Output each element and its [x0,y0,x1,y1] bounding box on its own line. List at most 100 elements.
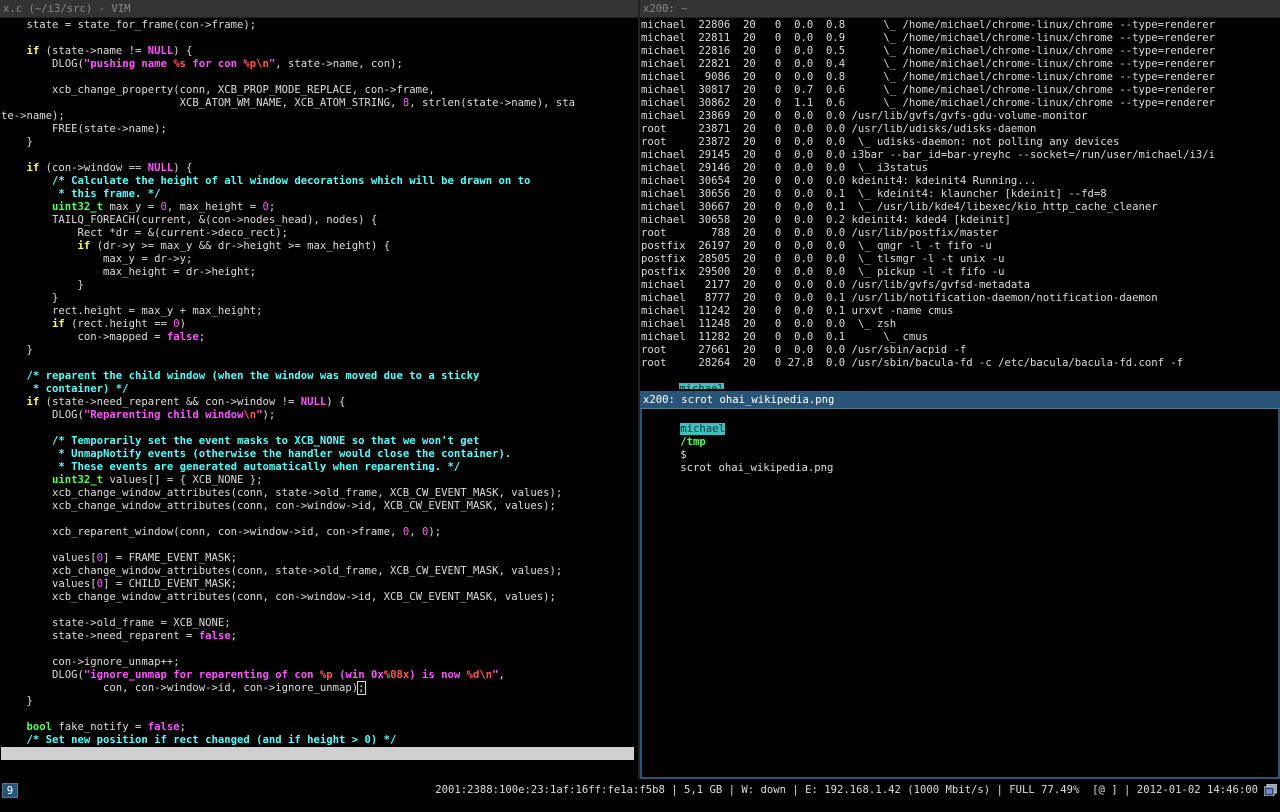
process-row: michael 22811 20 0 0.0 0.9 \_ /home/mich… [641,32,1216,44]
code-line[interactable]: state->old_frame = XCB_NONE; [1,617,639,630]
code-line[interactable]: uint32_t max_y = 0, max_height = 0; [1,201,639,214]
code-token: , strlen(state->name), sta [409,97,576,109]
code-line[interactable]: * These events are generated automatical… [1,461,639,474]
code-line[interactable]: uint32_t values[] = { XCB_NONE }; [1,474,639,487]
code-line[interactable]: /* Calculate the height of all window de… [1,175,639,188]
code-token: Rect *dr = &(current->deco_rect); [1,227,289,239]
code-line[interactable]: /* Temporarily set the event masks to XC… [1,435,639,448]
code-line[interactable]: xcb_change_property(conn, XCB_PROP_MODE_… [1,84,639,97]
code-token: (con->window == [39,162,148,174]
code-line[interactable]: /* reparent the child window (when the w… [1,370,639,383]
code-line[interactable]: } [1,344,639,357]
code-line[interactable] [1,513,639,526]
code-token: /* reparent the child window (when the w… [26,370,480,382]
code-token: if [52,318,65,330]
code-token: /* Calculate the height of all window de… [52,175,531,187]
code-line[interactable]: rect.height = max_y + max_height; [1,305,639,318]
code-token: if [26,162,40,174]
code-token: ; [198,331,206,343]
code-line[interactable]: DLOG("ignore_unmap for reparenting of co… [1,669,639,682]
code-line[interactable]: max_height = dr->height; [1,266,639,279]
bottom-terminal-title[interactable]: x200: scrot ohai_wikipedia.png [640,391,1280,409]
top-terminal-window[interactable]: x200: ~ michael 22806 20 0 0.0 0.8 \_ /h… [640,0,1280,390]
window-tray-icon[interactable] [1263,783,1278,797]
process-row: michael 11242 20 0 0.0 0.1 urxvt -name c… [641,305,954,317]
code-line[interactable] [1,149,639,162]
code-line[interactable]: xcb_change_window_attributes(conn, con->… [1,591,639,604]
code-line[interactable]: con, con->window->id, con->ignore_unmap)… [1,681,639,695]
code-line[interactable]: values[0] = FRAME_EVENT_MASK; [1,552,639,565]
process-row: postfix 26197 20 0 0.0 0.0 \_ qmgr -l -t… [641,240,992,252]
code-token: "Reparenting child window [83,409,244,421]
process-row: michael 30667 20 0 0.0 0.1 \_ /usr/lib/k… [641,201,1158,213]
code-token: max_y = [103,201,161,213]
code-line[interactable] [1,643,639,656]
code-token: , state->name, con); [275,58,403,70]
code-token: for con [185,58,244,70]
vim-window[interactable]: x.c (~/i3/src) - VIM state = state_for_f… [0,0,640,798]
vim-editor-area[interactable]: state = state_for_frame(con->frame); if … [1,19,639,746]
code-token: ] = FRAME_EVENT_MASK; [103,552,237,564]
code-line[interactable]: xcb_change_window_attributes(conn, state… [1,487,639,500]
process-row: root 28264 20 0 27.8 0.0 /usr/sbin/bacul… [641,357,1184,369]
code-line[interactable]: state->need_reparent = false; [1,630,639,643]
code-token: ; [268,201,276,213]
code-line[interactable]: XCB_ATOM_WM_NAME, XCB_ATOM_STRING, 8, st… [1,97,639,110]
code-line[interactable]: FREE(state->name); [1,123,639,136]
i3status-text: 2001:2388:100e:23:1af:16ff:fe1a:f5b8 | 5… [435,784,1258,796]
code-line[interactable] [1,71,639,84]
code-line[interactable]: * UnmapNotify events (otherwise the hand… [1,448,639,461]
workspace-button[interactable]: 9 [2,783,18,798]
top-terminal-output[interactable]: michael 22806 20 0 0.0 0.8 \_ /home/mich… [641,19,1279,389]
code-line[interactable]: te->name); [1,110,639,123]
code-line[interactable]: DLOG("pushing name %s for con %p\n", sta… [1,58,639,71]
bottom-terminal-prompt[interactable]: michael /tmp $ scrot ohai_wikipedia.png [642,410,1278,474]
code-line[interactable] [1,357,639,370]
command-input[interactable]: scrot ohai_wikipedia.png [680,462,833,474]
code-line[interactable]: } [1,695,639,708]
editor-cursor: ; [357,681,366,695]
code-line[interactable] [1,604,639,617]
code-line[interactable]: xcb_reparent_window(conn, con->window->i… [1,526,639,539]
code-line[interactable]: if (con->window == NULL) { [1,162,639,175]
code-line[interactable]: } [1,279,639,292]
process-row: michael 8777 20 0 0.0 0.1 /usr/lib/notif… [641,292,1158,304]
code-line[interactable]: if (dr->y >= max_y && dr->height >= max_… [1,240,639,253]
top-terminal-prompt[interactable]: michael ~ $ [641,370,1279,389]
code-line[interactable]: } [1,292,639,305]
code-line[interactable]: if (state->need_reparent && con->window … [1,396,639,409]
code-line[interactable]: state = state_for_frame(con->frame); [1,19,639,32]
code-line[interactable]: TAILQ_FOREACH(current, &(con->nodes_head… [1,214,639,227]
code-token: * container) */ [32,383,129,395]
code-line[interactable] [1,422,639,435]
bottom-terminal-window[interactable]: x200: scrot ohai_wikipedia.png michael /… [640,391,1280,779]
code-line[interactable]: if (state->name != NULL) { [1,45,639,58]
code-line[interactable]: } [1,136,639,149]
code-line[interactable]: con->mapped = false; [1,331,639,344]
code-line[interactable]: DLOG("Reparenting child window\n"); [1,409,639,422]
code-line[interactable] [1,539,639,552]
code-line[interactable]: bool fake_notify = false; [1,721,639,734]
code-token: if [77,240,91,252]
bottom-terminal-output[interactable]: michael /tmp $ scrot ohai_wikipedia.png [642,410,1278,776]
code-line[interactable] [1,32,639,45]
code-line[interactable]: * this frame. */ [1,188,639,201]
vim-window-title[interactable]: x.c (~/i3/src) - VIM [0,0,640,18]
process-row: michael 30862 20 0 1.1 0.6 \_ /home/mich… [641,97,1216,109]
code-line[interactable]: * container) */ [1,383,639,396]
code-line[interactable]: Rect *dr = &(current->deco_rect); [1,227,639,240]
code-token: uint32_t [52,474,104,486]
code-line[interactable]: values[0] = CHILD_EVENT_MASK; [1,578,639,591]
code-line[interactable]: xcb_change_window_attributes(conn, state… [1,565,639,578]
top-terminal-title[interactable]: x200: ~ [640,0,1280,18]
code-line[interactable]: if (rect.height == 0) [1,318,639,331]
code-line[interactable]: xcb_change_window_attributes(conn, con->… [1,500,639,513]
code-line[interactable]: /* Set new position if rect changed (and… [1,734,639,746]
code-line[interactable]: con->ignore_unmap++; [1,656,639,669]
code-line[interactable] [1,708,639,721]
process-row: root 23871 20 0 0.0 0.0 /usr/lib/udisks/… [641,123,1037,135]
code-line[interactable]: max_y = dr->y; [1,253,639,266]
